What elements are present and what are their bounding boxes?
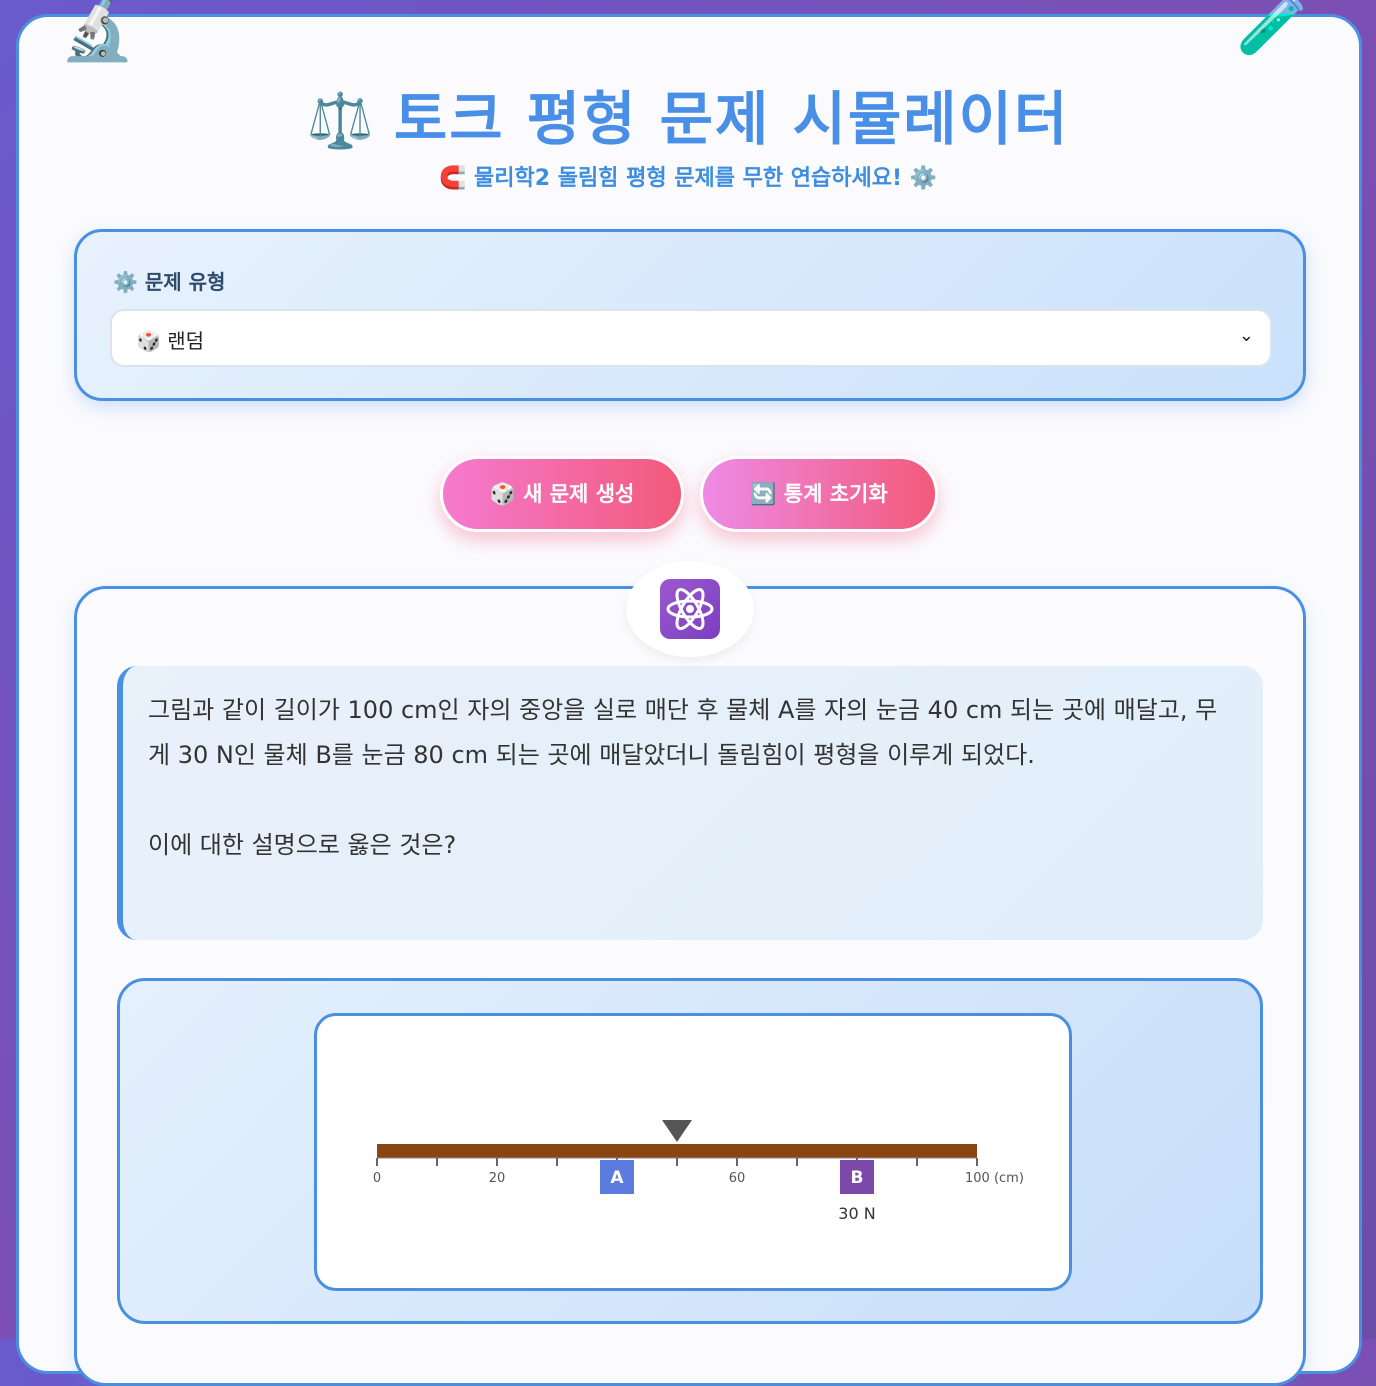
new-problem-button[interactable]: 🎲 새 문제 생성 bbox=[440, 456, 684, 532]
object-b-weight: 30 N bbox=[838, 1204, 875, 1223]
gear-icon: ⚙️ bbox=[113, 270, 138, 294]
gear-icon: ⚙️ bbox=[909, 166, 938, 191]
question-paragraph: 그림과 같이 길이가 100 cm인 자의 중앙을 실로 매단 후 물체 A를 … bbox=[148, 696, 1218, 769]
reset-stats-button[interactable]: 🔄 통계 초기화 bbox=[700, 456, 938, 532]
microscope-icon: 🔬 bbox=[60, 0, 135, 65]
tick-label-0: 0 bbox=[373, 1171, 381, 1186]
object-a-label: A bbox=[610, 1168, 624, 1188]
ruler-figure: 0 20 60 100 (cm) A B 30 N bbox=[314, 1013, 1072, 1291]
tick-label-100: 100 (cm) bbox=[965, 1171, 1024, 1186]
magnet-icon: 🧲 bbox=[438, 166, 467, 191]
select-value: 랜덤 bbox=[167, 329, 205, 353]
question-prompt: 이에 대한 설명으로 옳은 것은? bbox=[148, 831, 457, 859]
scale-icon: ⚖️ bbox=[306, 89, 376, 152]
problem-type-select[interactable]: 🎲 랜덤 ⌄ bbox=[110, 309, 1272, 367]
subtitle-text: 물리학2 돌림힘 평형 문제를 무한 연습하세요! bbox=[474, 166, 902, 191]
reset-stats-label: 통계 초기화 bbox=[783, 482, 888, 506]
page-subtitle: 🧲 물리학2 돌림힘 평형 문제를 무한 연습하세요! ⚙️ bbox=[0, 160, 1376, 192]
atom-icon bbox=[660, 579, 720, 639]
atom-badge bbox=[626, 561, 754, 657]
page-title-text: 토크 평형 문제 시뮬레이터 bbox=[393, 85, 1070, 153]
ruler-bar bbox=[377, 1144, 977, 1158]
problem-type-label: ⚙️ 문제 유형 bbox=[113, 266, 225, 295]
flask-icon: 🧪 bbox=[1236, 0, 1311, 59]
object-b-label: B bbox=[851, 1168, 864, 1188]
page-title: ⚖️ 토크 평형 문제 시뮬레이터 bbox=[0, 72, 1376, 156]
tick-label-60: 60 bbox=[729, 1171, 746, 1186]
dice-icon: 🎲 bbox=[136, 329, 161, 353]
chevron-down-icon: ⌄ bbox=[1238, 325, 1254, 346]
refresh-icon: 🔄 bbox=[750, 482, 777, 506]
figure-panel: 0 20 60 100 (cm) A B 30 N bbox=[117, 978, 1263, 1324]
new-problem-label: 새 문제 생성 bbox=[523, 482, 635, 506]
tick-label-20: 20 bbox=[489, 1171, 506, 1186]
dice-icon: 🎲 bbox=[489, 482, 516, 506]
problem-type-panel: ⚙️ 문제 유형 🎲 랜덤 ⌄ bbox=[74, 229, 1306, 401]
question-text: 그림과 같이 길이가 100 cm인 자의 중앙을 실로 매단 후 물체 A를 … bbox=[117, 666, 1263, 940]
problem-type-label-text: 문제 유형 bbox=[144, 270, 226, 294]
pivot-marker bbox=[662, 1120, 692, 1142]
